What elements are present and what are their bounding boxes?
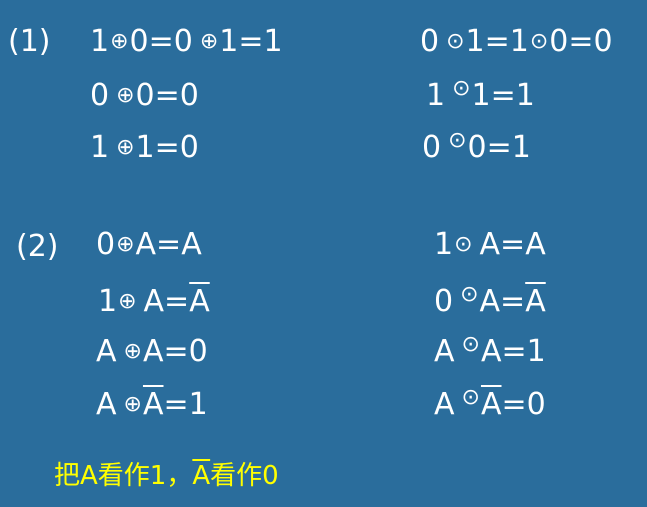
xor-row-1-a: 1 (90, 24, 110, 59)
xor-identity-4-a: A (96, 387, 117, 422)
xnor-row-1-c: 0=0 (549, 24, 613, 59)
xnor-row-2-a: 1 (426, 78, 446, 113)
note-part-1: 把A看作1， (54, 461, 193, 491)
xor-identity-1-b: A=A (135, 227, 202, 262)
xnor-identity-3: A ⊙A=1 (434, 334, 546, 369)
xnor-identity-4: A ⊙A=0 (434, 387, 546, 422)
note-part-2: 看作0 (210, 461, 279, 491)
xnor-row-3-b: 0=1 (467, 130, 531, 165)
part1-label: (1) (8, 24, 51, 59)
xor-row-3-b: 1=0 (135, 130, 199, 165)
xnor-identity-4-a: A (434, 387, 455, 422)
xor-operator: ⊕ (110, 29, 129, 54)
xnor-row-3-a: 0 (422, 130, 442, 165)
xor-operator: ⊕ (116, 135, 135, 160)
xor-row-1-c: 1=1 (219, 24, 283, 59)
xor-row-2-b: 0=0 (135, 78, 199, 113)
xnor-identity-2-a: 0 (434, 284, 454, 319)
xnor-identity-1-b: A=A (479, 227, 546, 262)
xnor-operator: ⊙ (529, 29, 549, 54)
xnor-row-1-a: 0 (420, 24, 440, 59)
xor-identity-4: A ⊕A=1 (96, 390, 208, 420)
xor-identity-1: 0⊕A=A (96, 230, 202, 260)
xnor-identity-3-a: A (434, 334, 455, 369)
xor-operator: ⊕ (116, 232, 135, 257)
xnor-identity-1-a: 1 (434, 227, 454, 262)
xor-operator: ⊕ (199, 29, 219, 54)
xnor-operator: ⊙ (454, 232, 473, 257)
xnor-row-1: 0 ⊙1=1⊙0=0 (420, 27, 613, 57)
xnor-identity-2-b: A= (479, 284, 526, 319)
xor-operator: ⊕ (123, 392, 142, 417)
xor-identity-4-c: =1 (163, 387, 208, 422)
xnor-operator: ⊙ (446, 29, 465, 54)
note-a-bar: A (192, 461, 211, 491)
xor-identity-1-a: 0 (96, 227, 116, 262)
a-bar: A (480, 387, 502, 422)
a-bar: A (142, 387, 164, 422)
xor-operator: ⊕ (116, 83, 135, 108)
xnor-operator: ⊙ (461, 332, 480, 357)
xnor-identity-3-b: A=1 (480, 334, 546, 369)
xnor-row-1-b: 1=1 (465, 24, 529, 59)
xor-identity-2-b: A= (143, 284, 190, 319)
a-bar: A (525, 284, 546, 319)
xnor-row-3: 0 ⊙0=1 (422, 130, 531, 165)
xor-row-1-b: 0=0 (129, 24, 193, 59)
note: 把A看作1，A看作0 (54, 463, 279, 489)
slide: (1) 1⊕0=0 ⊕1=1 0 ⊕0=0 1 ⊕1=0 0 ⊙1=1⊙0=0 … (0, 0, 647, 507)
xnor-identity-1: 1⊙ A=A (434, 230, 546, 260)
xor-row-3: 1 ⊕1=0 (90, 133, 199, 163)
a-bar: A (189, 284, 210, 319)
xnor-operator: ⊙ (452, 76, 471, 101)
xnor-identity-2: 0 ⊙A=A (434, 284, 546, 319)
xor-identity-2-a: 1 (98, 284, 118, 319)
xnor-operator: ⊙ (448, 128, 467, 153)
xnor-row-2: 1 ⊙1=1 (426, 78, 535, 113)
xor-row-1: 1⊕0=0 ⊕1=1 (90, 27, 283, 57)
xnor-operator: ⊙ (461, 385, 480, 410)
xor-row-3-a: 1 (90, 130, 110, 165)
xor-identity-3-a: A (96, 334, 117, 369)
xnor-operator: ⊙ (460, 282, 479, 307)
xor-identity-3: A ⊕A=0 (96, 337, 208, 367)
xor-identity-3-b: A=0 (142, 334, 208, 369)
xor-row-2-a: 0 (90, 78, 110, 113)
part2-label: (2) (16, 229, 59, 264)
xor-operator: ⊕ (118, 289, 137, 314)
xor-identity-2: 1⊕ A=A (98, 287, 210, 317)
xnor-identity-4-c: =0 (501, 387, 546, 422)
xor-row-2: 0 ⊕0=0 (90, 81, 199, 111)
xor-operator: ⊕ (123, 339, 142, 364)
xnor-row-2-b: 1=1 (471, 78, 535, 113)
